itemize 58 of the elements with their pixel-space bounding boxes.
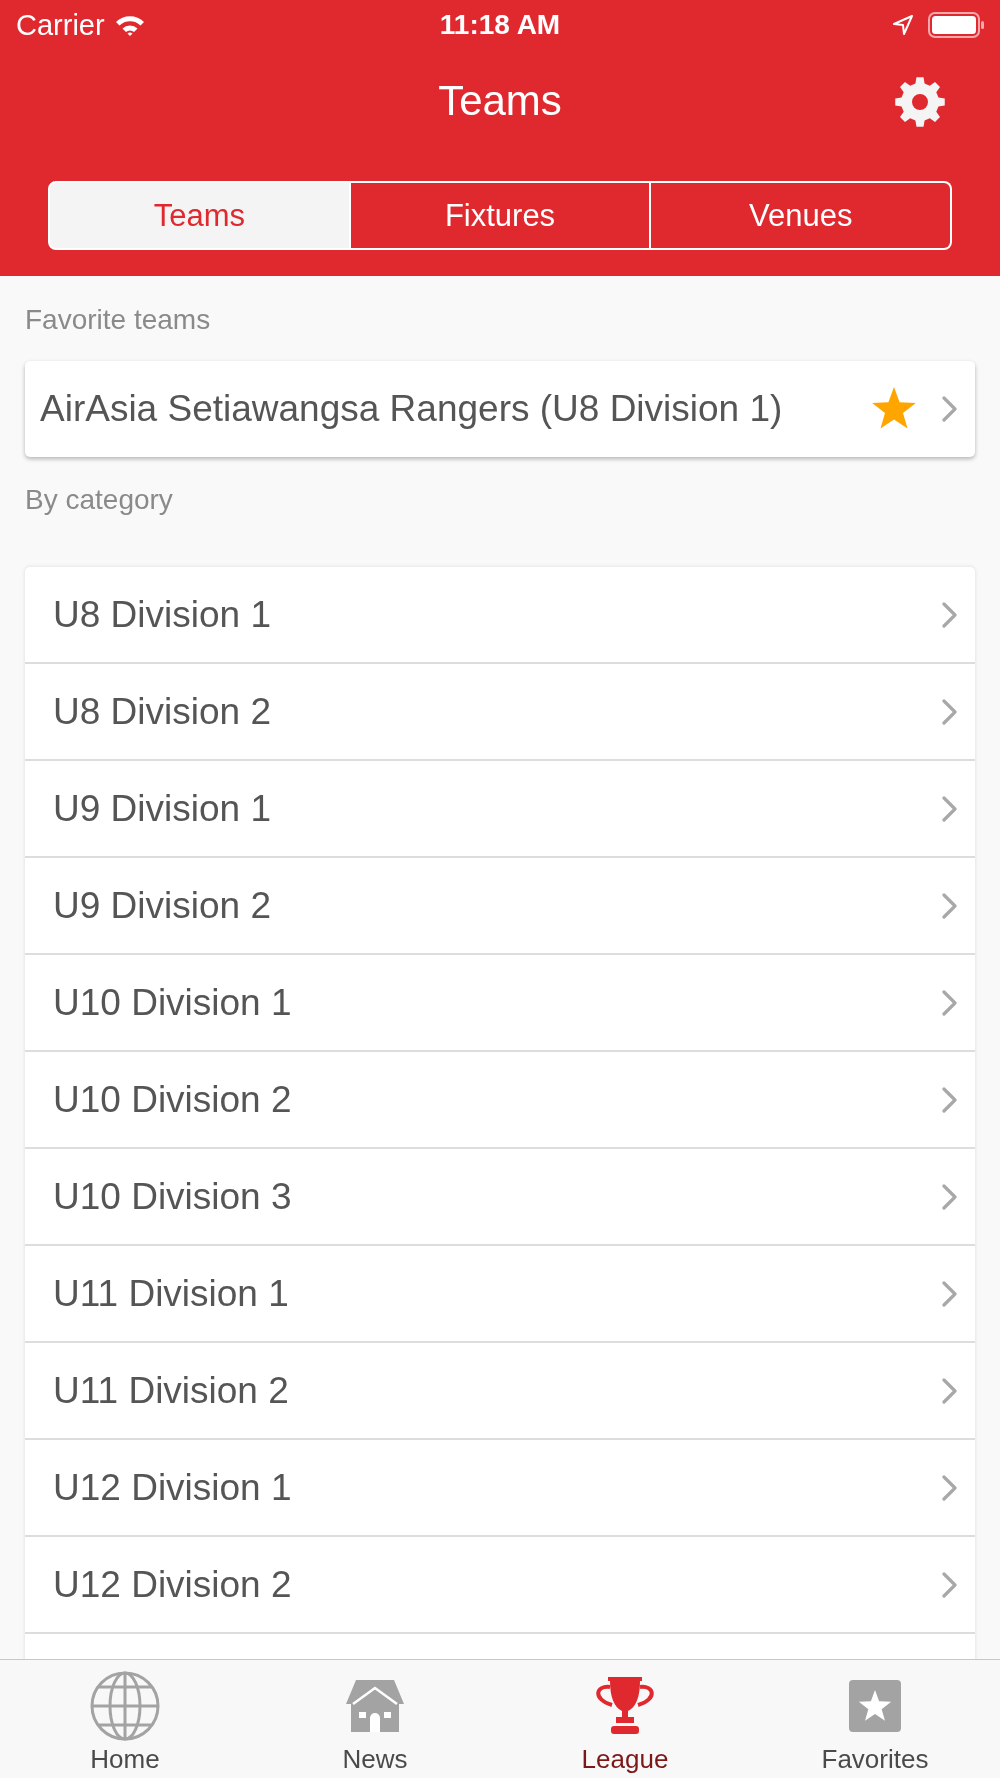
- category-name: U12 Division 2: [53, 1562, 293, 1607]
- category-name: U9 Division 2: [53, 883, 272, 928]
- category-row[interactable]: U11 Division 1: [25, 1246, 975, 1343]
- house-icon: [346, 1680, 404, 1732]
- category-row[interactable]: U11 Division 2: [25, 1343, 975, 1440]
- chevron-icon: [942, 1377, 958, 1404]
- tab-bar-item[interactable]: News: [250, 1660, 500, 1778]
- trophy-icon: [594, 1677, 656, 1735]
- wifi-icon: [114, 14, 145, 36]
- category-name: U10 Division 3: [53, 1174, 293, 1219]
- chevron-icon: [942, 396, 958, 422]
- team-name: AirAsia Setiawangsa Rangers (U8 Division 1): [40, 387, 784, 431]
- favorite-team-row[interactable]: AirAsia Setiawangsa Rangers (U8 Division 1): [25, 361, 975, 457]
- chevron-icon: [942, 1474, 958, 1501]
- segment-tab[interactable]: Teams: [48, 181, 351, 250]
- screen-title: Teams: [438, 76, 562, 125]
- settings-icon: [894, 76, 946, 128]
- chevron-icon: [942, 1571, 958, 1598]
- chevron-icon: [942, 795, 958, 822]
- category-row[interactable]: U10 Division 3: [25, 1149, 975, 1246]
- category-row[interactable]: U8 Division 1: [25, 567, 975, 664]
- category-name: U12 Division 1: [53, 1465, 293, 1510]
- category-name: U10 Division 2: [53, 1077, 293, 1122]
- category-row[interactable]: U12 Division 1: [25, 1440, 975, 1537]
- chevron-icon: [942, 1086, 958, 1113]
- segment-tab[interactable]: Venues: [651, 181, 952, 250]
- category-row[interactable]: U9 Division 1: [25, 761, 975, 858]
- carrier-name: Carrier: [16, 9, 105, 41]
- category-row[interactable]: U9 Division 2: [25, 858, 975, 955]
- category-name: U10 Division 1: [53, 980, 293, 1025]
- category-name: U8 Division 2: [53, 689, 272, 734]
- category-name: U8 Division 1: [53, 592, 272, 637]
- category-row[interactable]: U10 Division 2: [25, 1052, 975, 1149]
- star-icon[interactable]: [870, 386, 918, 432]
- section-heading: Favorite teams: [24, 303, 212, 336]
- tab-bar-item[interactable]: Favorites: [750, 1660, 1000, 1778]
- segment-tab[interactable]: Fixtures: [350, 181, 652, 250]
- category-row[interactable]: U12 Division 2: [25, 1537, 975, 1634]
- chevron-icon: [942, 1183, 958, 1210]
- globe-icon: [90, 1671, 160, 1741]
- chevron-icon: [942, 892, 958, 919]
- tab-bar-item[interactable]: League: [500, 1660, 750, 1778]
- section-heading: By category: [24, 483, 174, 516]
- battery-icon: [928, 12, 984, 38]
- category-name: U9 Division 1: [53, 786, 272, 831]
- settings-button[interactable]: [894, 76, 946, 128]
- category-row[interactable]: U10 Division 1: [25, 955, 975, 1052]
- clock-time: 11:18 AM: [439, 9, 561, 41]
- chevron-icon: [942, 698, 958, 725]
- chevron-icon: [942, 989, 958, 1016]
- location-arrow-icon: [892, 14, 914, 36]
- category-name: U11 Division 1: [53, 1271, 290, 1316]
- category-name: U11 Division 2: [53, 1368, 290, 1413]
- tab-bar-item[interactable]: Home: [0, 1660, 250, 1778]
- chevron-icon: [942, 601, 958, 628]
- category-row[interactable]: U8 Division 2: [25, 664, 975, 761]
- star-square-icon: [849, 1680, 901, 1732]
- chevron-icon: [942, 1280, 958, 1307]
